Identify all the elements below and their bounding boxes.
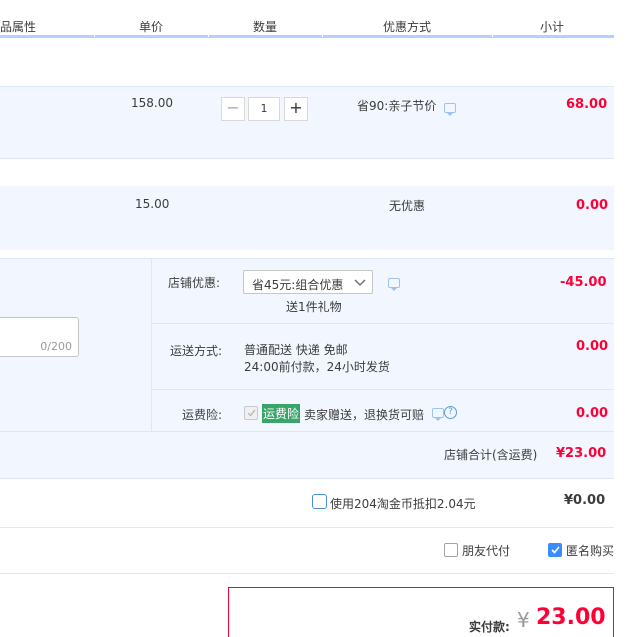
friend-pay-label: 朋友代付: [462, 544, 511, 558]
chevron-down-icon: [354, 279, 366, 286]
payment-label: 实付款:: [469, 620, 510, 634]
quantity-increase-button[interactable]: +: [284, 97, 308, 121]
item-row-2: [0, 186, 614, 250]
item-price: 158.00: [131, 96, 173, 110]
item-subtotal: 0.00: [576, 198, 609, 213]
anonymous-label: 匿名购买: [566, 544, 615, 558]
header-price: 单价: [139, 20, 164, 34]
taojinbi-checkbox[interactable]: [312, 494, 327, 509]
insurance-label: 运费险:: [182, 408, 223, 422]
shipping-note: 24:00前付款，24小时发货: [244, 360, 390, 374]
help-icon[interactable]: ?: [444, 406, 457, 419]
memo-field[interactable]: 0/200: [0, 317, 79, 357]
check-icon: [247, 409, 256, 417]
header-qty: 数量: [253, 20, 278, 34]
shipping-amount: 0.00: [576, 339, 609, 354]
item-subtotal: 68.00: [566, 97, 608, 112]
quantity-decrease-button[interactable]: −: [221, 97, 245, 121]
shipping-method: 普通配送 快递 免邮: [244, 343, 348, 357]
insurance-tag: 运费险: [262, 404, 301, 423]
shipping-label: 运送方式:: [170, 344, 223, 358]
payment-box: 实付款: ¥ 23.00: [228, 587, 614, 637]
discount-label: 店铺优惠:: [168, 276, 221, 290]
memo-counter: 0/200: [40, 340, 72, 353]
item-promo: 省90:亲子节价: [357, 99, 437, 113]
quantity-input[interactable]: 1: [248, 97, 280, 121]
header-attr: 品属性: [0, 20, 37, 34]
item-promo: 无优惠: [389, 199, 426, 213]
friend-pay-checkbox[interactable]: [444, 543, 458, 557]
taojinbi-label: 使用204淘金币抵扣2.04元: [330, 497, 476, 511]
comment-icon[interactable]: [388, 278, 400, 291]
insurance-text: 卖家赠送，退换货可赔: [304, 408, 425, 422]
discount-select[interactable]: 省45元:组合优惠: [243, 270, 373, 294]
shop-total: ¥23.00: [556, 446, 607, 461]
discount-select-value: 省45元:组合优惠: [252, 278, 344, 292]
anonymous-checkbox[interactable]: [548, 543, 562, 557]
header-subtotal: 小计: [540, 20, 565, 34]
payment-currency: ¥: [517, 608, 530, 632]
check-icon: [551, 546, 560, 554]
insurance-checkbox: [244, 406, 258, 420]
comment-icon[interactable]: [444, 103, 456, 116]
header-promo: 优惠方式: [383, 20, 432, 34]
discount-amount: -45.00: [560, 275, 607, 290]
comment-icon[interactable]: [432, 408, 444, 421]
insurance-amount: 0.00: [576, 406, 609, 421]
shop-total-label: 店铺合计(含运费): [444, 448, 538, 462]
item-price: 15.00: [135, 197, 170, 211]
gift-text: 送1件礼物: [286, 300, 342, 314]
payment-amount: 23.00: [536, 605, 606, 630]
table-header: 品属性 单价 数量 优惠方式 小计: [0, 0, 614, 38]
taojinbi-amount: ¥0.00: [564, 493, 606, 508]
